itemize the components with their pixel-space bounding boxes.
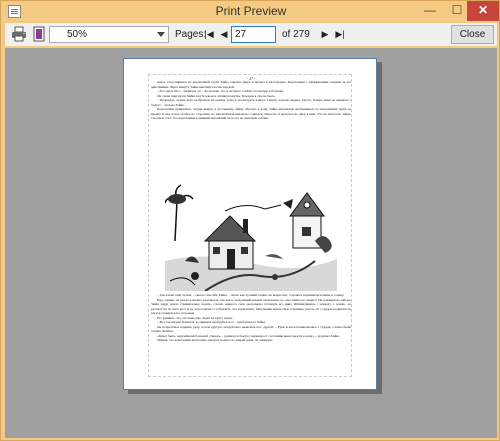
book-illustration [165,181,337,291]
window-close-button[interactable]: ✕ [467,1,499,21]
page-count-label: of 279 [282,29,310,40]
pages-label: Pages: [175,29,207,40]
paragraph: Коротышки прижались, загуди вверху в пус… [151,107,351,120]
paragraph: Ему, однако, не удалось ничего разглядет… [151,297,351,316]
paragraph: – Так лазает ещё лучше, – сказал сам себ… [157,293,345,297]
print-preview-window: Print Preview — ☐ ✕ 50% Pages: |◀ ◀ 27 o… [0,0,500,441]
page-setup-icon[interactable] [31,26,47,42]
next-page-button[interactable]: ▶ [319,28,331,40]
preview-page: - 27 - пнеть. Спустившись по конопляной … [123,58,377,390]
previous-page-button[interactable]: ◀ [218,28,230,40]
close-button[interactable]: Close [451,25,494,44]
paragraph: Увидев, что коротышки испуганно смотрят … [157,338,274,342]
toolbar: 50% Pages: |◀ ◀ 27 of 279 ▶ ▶| Close [5,23,497,46]
paragraph: Он попробовал поднять руку, потом другую… [151,324,351,334]
top-text-block: пнеть. Спустившись по конопляной трубе З… [151,80,351,180]
print-icon[interactable] [11,26,27,42]
chevron-down-icon [157,32,165,37]
title-bar: Print Preview — ☐ ✕ [1,1,500,23]
page-number-input[interactable]: 27 [231,26,276,43]
print-margin-box: - 27 - пнеть. Спустившись по конопляной … [148,74,352,377]
bottom-text-block: – Так лазает ещё лучше, – сказал сам себ… [151,293,351,377]
zoom-select[interactable]: 50% [49,26,169,43]
last-page-button[interactable]: ▶| [334,28,346,40]
minimize-button[interactable]: — [417,1,443,21]
paragraph: пнеть. Спустившись по конопляной трубе З… [151,80,351,89]
first-page-button[interactable]: |◀ [203,28,215,40]
zoom-value: 50% [67,29,88,40]
paragraph: – Подождут, лучше всех взобраться на кры… [151,98,351,107]
preview-area[interactable]: - 27 - пнеть. Спустившись по конопляной … [5,48,497,438]
